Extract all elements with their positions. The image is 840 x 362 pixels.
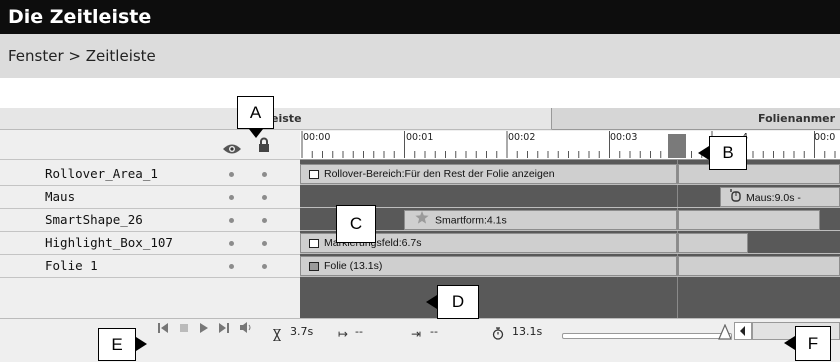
start-time-icon: ↦ <box>338 327 349 341</box>
layer-row[interactable]: SmartShape_26 <box>0 209 300 232</box>
lock-toggle[interactable] <box>262 195 267 200</box>
lock-toggle[interactable] <box>262 172 267 177</box>
layer-name: SmartShape_26 <box>45 212 143 227</box>
ruler-label: 00:02 <box>508 132 536 143</box>
lock-icon[interactable] <box>258 137 270 156</box>
speaker-icon[interactable] <box>240 321 253 339</box>
layer-name: Highlight_Box_107 <box>45 235 173 250</box>
object-label: Folie (13.1s) <box>324 260 383 272</box>
scroll-left-button[interactable] <box>734 322 752 340</box>
callout-a: A <box>237 96 274 129</box>
callout-c: C <box>336 205 376 243</box>
track-highlight: Markierungsfeld:6.7s <box>300 232 840 254</box>
menu-path: Fenster > Zeitleiste <box>0 34 840 78</box>
layer-name: Rollover_Area_1 <box>45 166 158 181</box>
timeline-object-tail[interactable] <box>678 256 840 276</box>
callout-f: F <box>795 326 831 361</box>
timer-icon <box>492 325 504 344</box>
ruler-label: 00:0 <box>814 132 836 143</box>
tab-slide-notes-label: Folienanmer <box>758 112 836 125</box>
object-label: Rollover-Bereich:Für den Rest der Folie … <box>324 168 555 180</box>
slide-icon <box>309 261 319 271</box>
tab-timeline[interactable]: tleiste <box>0 108 552 130</box>
lock-toggle[interactable] <box>262 241 267 246</box>
lock-toggle[interactable] <box>262 218 267 223</box>
object-label: Smartform:4.1s <box>435 214 507 227</box>
object-label: Maus:9.0s - <box>746 191 801 204</box>
callout-d: D <box>437 285 479 319</box>
timeline-object[interactable]: Rollover-Bereich:Für den Rest der Folie … <box>300 164 677 184</box>
zoom-slider-thumb[interactable] <box>718 323 732 344</box>
play-icon[interactable] <box>200 321 209 339</box>
forward-icon[interactable] <box>219 321 230 339</box>
track-slide: Folie (13.1s) <box>300 255 840 277</box>
track-mouse: Maus:9.0s - <box>300 186 840 208</box>
visibility-toggle[interactable] <box>229 172 234 177</box>
total-time-value: 13.1s <box>512 325 543 338</box>
visibility-toggle[interactable] <box>229 195 234 200</box>
rewind-icon[interactable] <box>158 321 169 339</box>
callout-e: E <box>98 328 136 361</box>
ruler-label: 00:01 <box>406 132 434 143</box>
track-smartshape: Smartform:4.1s <box>300 209 840 231</box>
duration-value: 3.7s <box>290 325 314 338</box>
timeline-object-tail[interactable] <box>678 233 748 253</box>
playhead[interactable] <box>668 134 686 158</box>
box-icon <box>309 169 319 179</box>
layer-row[interactable]: Highlight_Box_107 <box>0 232 300 255</box>
lock-toggle[interactable] <box>262 264 267 269</box>
layer-row[interactable]: Rollover_Area_1 <box>0 163 300 186</box>
star-icon <box>415 211 429 229</box>
timeline-object-tail[interactable] <box>678 164 840 184</box>
callout-b: B <box>709 136 747 170</box>
callout-e-arrow <box>136 337 147 351</box>
timeline-object[interactable]: Folie (13.1s) <box>300 256 677 276</box>
box-icon <box>309 238 319 248</box>
track-rollover: Rollover-Bereich:Für den Rest der Folie … <box>300 163 840 185</box>
visibility-toggle[interactable] <box>229 264 234 269</box>
tab-slide-notes[interactable]: Folienanmer <box>552 108 840 130</box>
page-title: Die Zeitleiste <box>0 0 840 34</box>
start-time-value: -- <box>355 325 363 338</box>
layer-list-empty <box>0 278 300 319</box>
ruler-label: 00:00 <box>303 132 331 143</box>
timeline-object[interactable]: Smartform:4.1s <box>404 210 677 230</box>
timeline-object-tail[interactable] <box>678 210 820 230</box>
layer-name: Folie 1 <box>45 258 98 273</box>
callout-d-arrow <box>426 295 437 309</box>
eye-icon[interactable] <box>222 140 242 159</box>
visibility-toggle[interactable] <box>229 241 234 246</box>
callout-b-arrow <box>698 146 709 160</box>
layer-row[interactable]: Maus <box>0 186 300 209</box>
timeline-ruler[interactable]: 00:00 00:01 00:02 00:03 4 00:0 <box>300 131 840 160</box>
end-time-icon: ⇥ <box>411 327 422 341</box>
stop-icon[interactable] <box>180 321 189 339</box>
callout-f-arrow <box>784 336 795 350</box>
timeline-object[interactable]: Maus:9.0s - <box>720 187 840 207</box>
ruler-label: 00:03 <box>610 132 638 143</box>
end-time-value: -- <box>430 325 438 338</box>
hourglass-icon <box>272 326 282 345</box>
layer-row[interactable]: Folie 1 <box>0 255 300 278</box>
visibility-toggle[interactable] <box>229 218 234 223</box>
mouse-icon <box>729 188 741 206</box>
zoom-slider[interactable] <box>562 333 732 339</box>
layer-name: Maus <box>45 189 76 204</box>
callout-a-arrow <box>249 129 263 138</box>
